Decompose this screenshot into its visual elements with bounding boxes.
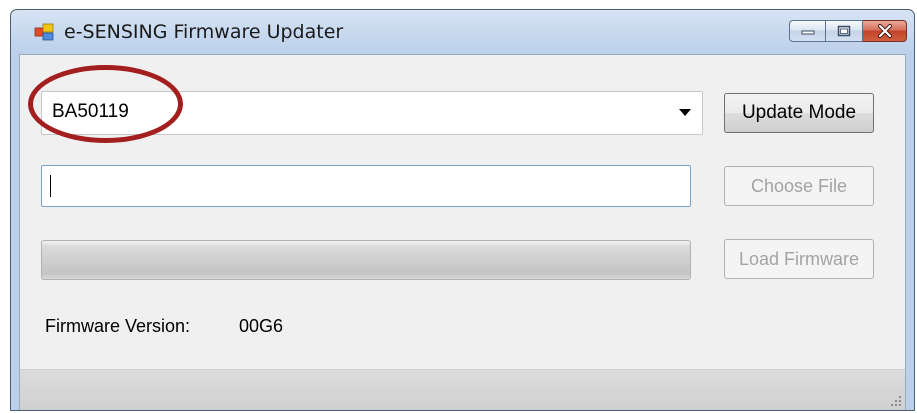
device-combobox-value: BA50119 — [52, 101, 129, 122]
update-mode-button[interactable]: Update Mode — [724, 93, 874, 133]
close-icon — [877, 24, 892, 38]
choose-file-button[interactable]: Choose File — [724, 166, 874, 206]
minimize-button[interactable] — [789, 20, 826, 42]
firmware-version-label: Firmware Version: — [45, 316, 191, 336]
caption-buttons — [789, 20, 907, 42]
firmware-progress-bar — [41, 240, 691, 280]
app-window: e-SENSING Firmware Updater BA50119 Updat… — [10, 9, 915, 411]
dropdown-arrow-icon[interactable] — [679, 109, 691, 117]
text-caret — [50, 175, 51, 197]
maximize-icon — [837, 25, 851, 37]
app-window-icon — [34, 23, 54, 41]
title-bar[interactable]: e-SENSING Firmware Updater — [11, 10, 914, 54]
minimize-icon — [801, 30, 814, 35]
client-area: BA50119 Update Mode Choose File Load Fir… — [19, 54, 906, 410]
firmware-version-value: 00G6 — [239, 316, 284, 336]
close-button[interactable] — [863, 20, 907, 42]
file-path-input[interactable] — [41, 165, 691, 207]
window-title: e-SENSING Firmware Updater — [64, 21, 344, 43]
maximize-button[interactable] — [826, 20, 863, 42]
device-combobox[interactable]: BA50119 — [41, 91, 703, 135]
resize-grip-icon[interactable] — [889, 394, 903, 408]
load-firmware-button[interactable]: Load Firmware — [724, 239, 874, 279]
status-bar — [20, 369, 905, 410]
